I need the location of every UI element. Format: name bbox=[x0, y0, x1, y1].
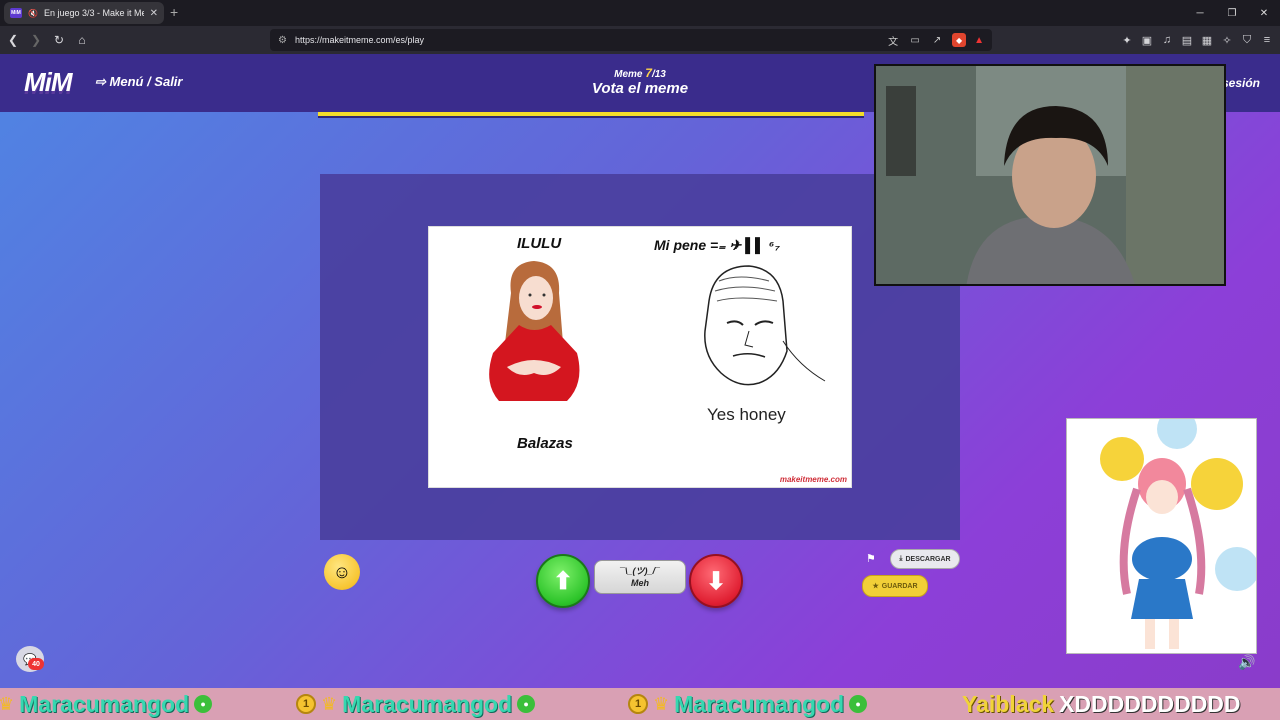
sidebar-icon[interactable]: ▣ bbox=[1140, 34, 1154, 47]
ticker-badge: 1 bbox=[628, 694, 648, 714]
menu-exit-link[interactable]: ⇨ Menú / Salir bbox=[95, 74, 182, 90]
ticker-message: XDDDDDDDDDD bbox=[1059, 690, 1241, 717]
crown-icon: ♛ bbox=[653, 693, 670, 714]
ticker-entry: ♛ Maracumangod ● bbox=[0, 688, 213, 720]
toolbar-right: ✦ ▣ ♫ ▤ ▦ ✧ ⛉ ≡ bbox=[1120, 29, 1274, 51]
ticker-username-2: Yaiblack bbox=[962, 690, 1055, 717]
chat-count-badge: 40 bbox=[28, 658, 44, 670]
back-icon[interactable]: ❮ bbox=[3, 30, 23, 50]
crown-icon: ♛ bbox=[321, 693, 338, 714]
arrow-up-icon: ⬆ bbox=[552, 567, 574, 595]
arrow-down-icon: ⬇ bbox=[705, 567, 727, 595]
emoji-reaction-button[interactable]: ☺ bbox=[324, 554, 360, 590]
browser-tab[interactable]: MiM 🔇 En juego 3/3 - Make it Meme ✕ bbox=[4, 2, 164, 24]
webcam-overlay bbox=[874, 64, 1226, 286]
emote-icon: ● bbox=[194, 695, 213, 713]
vote-timer-bar bbox=[318, 112, 864, 118]
menu-exit-label: Menú / Salir bbox=[109, 74, 183, 89]
window-controls: ─ ❐ ✕ bbox=[1184, 0, 1280, 26]
ticker-username: Maracumangod bbox=[674, 690, 845, 717]
browser-nav-bar: ❮ ❯ ↻ ⌂ ⚙ https://makeitmeme.com/es/play… bbox=[0, 26, 1280, 54]
wallet-icon[interactable]: ▦ bbox=[1200, 34, 1214, 47]
media-icon[interactable]: ♫ bbox=[1160, 34, 1174, 46]
crown-icon: ♛ bbox=[0, 693, 15, 714]
emote-icon: ● bbox=[517, 695, 536, 713]
site-favicon-icon: MiM bbox=[10, 8, 22, 18]
ticker-badge: 1 bbox=[296, 694, 316, 714]
meme-image: ILULU Mi pene =₌ ✈ ▌▌ ⁶₇ Balazas Yes hon… bbox=[428, 226, 852, 488]
brave-shield-icon[interactable]: ◆ bbox=[952, 33, 967, 47]
ticker-username: Maracumangod bbox=[342, 690, 513, 717]
upvote-button[interactable]: ⬆ bbox=[536, 554, 590, 608]
address-bar[interactable]: ⚙ https://makeitmeme.com/es/play 文 ▭ ↗ ◆… bbox=[270, 29, 992, 51]
close-window-icon[interactable]: ✕ bbox=[1248, 0, 1280, 26]
emote-icon: ● bbox=[849, 695, 868, 713]
meme-counter-total: /13 bbox=[651, 69, 666, 80]
leo-icon[interactable]: ✧ bbox=[1220, 34, 1234, 47]
new-tab-button[interactable]: + bbox=[170, 4, 178, 20]
tab-muted-icon[interactable]: 🔇 bbox=[28, 9, 38, 18]
ticker-entry: Yaiblack XDDDDDDDDDD bbox=[962, 688, 1241, 720]
meme-caption-top-left: ILULU bbox=[517, 235, 562, 252]
star-icon: ★ bbox=[872, 583, 879, 590]
meh-button[interactable]: ¯\_(ツ)_/¯ Meh bbox=[594, 560, 686, 594]
meme-counter-current: 7 bbox=[645, 66, 652, 80]
save-label: GUARDAR bbox=[881, 582, 918, 590]
meme-caption-bottom-right: Yes honey bbox=[707, 405, 786, 424]
ticker-entry: 1 ♛ Maracumangod ● bbox=[296, 688, 536, 720]
maximize-icon[interactable]: ❐ bbox=[1216, 0, 1248, 26]
vote-timer-fill bbox=[318, 112, 864, 116]
site-logo[interactable]: MiM bbox=[24, 67, 73, 98]
reader-icon[interactable]: ▤ bbox=[1180, 34, 1194, 47]
home-icon[interactable]: ⌂ bbox=[72, 30, 92, 50]
downvote-button[interactable]: ⬇ bbox=[689, 554, 743, 608]
meme-caption-bottom-left: Balazas bbox=[517, 435, 573, 452]
cheerleader-overlay bbox=[1066, 418, 1257, 654]
tab-title: En juego 3/3 - Make it Meme bbox=[43, 8, 144, 18]
webcam-scene bbox=[876, 66, 1224, 284]
session-link[interactable]: sesión bbox=[1222, 76, 1260, 90]
rewards-icon[interactable]: ▲ bbox=[974, 35, 984, 46]
meh-label: Meh bbox=[631, 578, 649, 588]
page-title: Vota el meme bbox=[591, 80, 689, 97]
download-button[interactable]: ⤓ DESCARGAR bbox=[890, 549, 960, 569]
speaker-icon[interactable]: 🔊 bbox=[1238, 654, 1255, 671]
meme-caption-top-right: Mi pene =₌ ✈ ▌▌ ⁶₇ bbox=[654, 237, 780, 253]
minimize-icon[interactable]: ─ bbox=[1184, 0, 1216, 26]
forward-icon[interactable]: ❯ bbox=[26, 30, 46, 50]
share-icon[interactable]: ↗ bbox=[930, 35, 944, 46]
chat-ticker: ♛ Maracumangod ● 1 ♛ Maracumangod ● 1 ♛ … bbox=[0, 688, 1280, 720]
meme-watermark: makeitmeme.com bbox=[779, 475, 847, 484]
translate-icon[interactable]: 文 bbox=[886, 33, 900, 48]
download-label: DESCARGAR bbox=[905, 555, 951, 563]
vpn-icon[interactable]: ⛉ bbox=[1240, 34, 1254, 47]
old-man-sketch bbox=[704, 265, 826, 386]
screenshot-icon[interactable]: ▭ bbox=[908, 35, 922, 46]
address-url[interactable]: https://makeitmeme.com/es/play bbox=[295, 35, 878, 45]
reload-icon[interactable]: ↻ bbox=[49, 30, 69, 50]
menu-icon[interactable]: ≡ bbox=[1260, 34, 1274, 46]
save-button[interactable]: ★ GUARDAR bbox=[862, 575, 928, 597]
meh-face: ¯\_(ツ)_/¯ bbox=[620, 566, 660, 576]
ticker-entry: 1 ♛ Maracumangod ● bbox=[628, 688, 868, 720]
browser-tab-bar: MiM 🔇 En juego 3/3 - Make it Meme ✕ + ─ … bbox=[0, 0, 1280, 26]
report-flag-icon[interactable]: ⚑ bbox=[866, 552, 876, 565]
woman-illustration bbox=[489, 261, 580, 401]
extensions-icon[interactable]: ✦ bbox=[1120, 34, 1134, 47]
meme-counter-prefix: Meme bbox=[614, 69, 643, 80]
tab-close-icon[interactable]: ✕ bbox=[150, 8, 158, 19]
meme-counter: Meme 7/13 bbox=[560, 66, 720, 80]
download-icon: ⤓ bbox=[899, 555, 903, 562]
site-info-icon[interactable]: ⚙ bbox=[278, 35, 287, 46]
ticker-username: Maracumangod bbox=[19, 690, 190, 717]
cheerleader-illustration bbox=[1100, 419, 1256, 649]
